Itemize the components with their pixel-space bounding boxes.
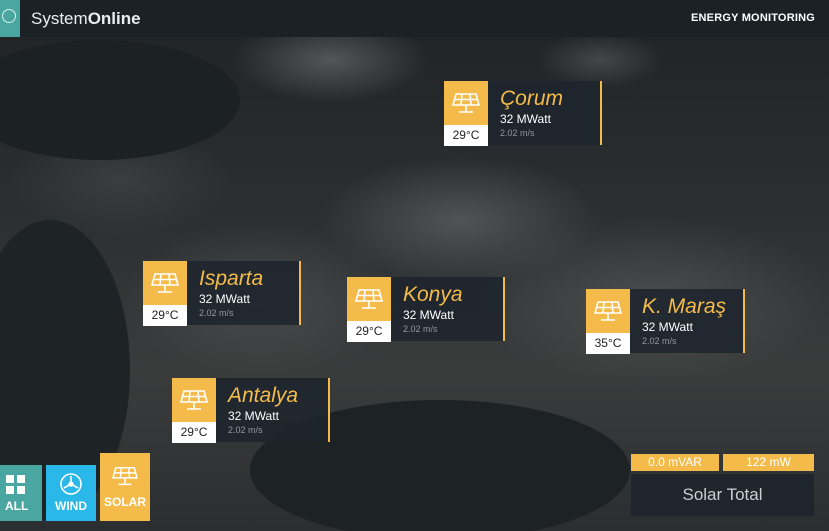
sea-region	[0, 40, 240, 160]
grid-icon	[6, 475, 25, 494]
top-bar: SystemOnline ENERGY MONITORING	[0, 0, 829, 37]
solar-panel-icon	[586, 289, 630, 333]
temperature: 29°C	[143, 305, 187, 326]
solar-panel-icon	[444, 81, 488, 125]
filter-all-label: ALL	[5, 499, 29, 513]
wind-speed: 2.02 m/s	[403, 324, 438, 334]
city-card-antalya[interactable]: 29°C Antalya 32 MWatt 2.02 m/s	[172, 378, 330, 443]
filter-solar-button[interactable]: SOLAR	[100, 453, 150, 521]
city-name: Konya	[403, 283, 463, 306]
active-power-value: 122 mW	[723, 454, 814, 471]
reactive-power-value: 0.0 mVAR	[631, 454, 719, 471]
power-output: 32 MWatt	[403, 308, 454, 322]
app-title-bold: Online	[87, 9, 141, 28]
satellite-map[interactable]	[0, 0, 829, 531]
solar-total-label: Solar Total	[631, 474, 814, 516]
city-info: K. Maraş 32 MWatt 2.02 m/s	[630, 289, 745, 353]
power-output: 32 MWatt	[199, 292, 250, 306]
wind-turbine-icon	[60, 473, 82, 495]
power-output: 32 MWatt	[228, 409, 279, 423]
solar-panel-icon	[347, 277, 391, 321]
power-output: 32 MWatt	[642, 320, 693, 334]
power-icon	[2, 9, 16, 23]
wind-speed: 2.02 m/s	[228, 425, 263, 435]
city-card-kmaras[interactable]: 35°C K. Maraş 32 MWatt 2.02 m/s	[586, 289, 745, 354]
solar-panel-icon	[143, 261, 187, 305]
temperature: 35°C	[586, 333, 630, 354]
solar-panel-icon	[112, 467, 138, 486]
city-info: Çorum 32 MWatt 2.02 m/s	[488, 81, 602, 145]
filter-all-button[interactable]: ALL	[0, 465, 42, 521]
city-name: Isparta	[199, 267, 264, 290]
wind-speed: 2.02 m/s	[199, 308, 234, 318]
wind-speed: 2.02 m/s	[500, 128, 535, 138]
city-card-konya[interactable]: 29°C Konya 32 MWatt 2.02 m/s	[347, 277, 505, 342]
temperature: 29°C	[172, 422, 216, 443]
city-name: Antalya	[228, 384, 299, 407]
wind-speed: 2.02 m/s	[642, 336, 677, 346]
solar-panel-icon	[172, 378, 216, 422]
city-card-isparta[interactable]: 29°C Isparta 32 MWatt 2.02 m/s	[143, 261, 301, 326]
temperature: 29°C	[347, 321, 391, 342]
city-name: Çorum	[500, 87, 564, 110]
section-title: ENERGY MONITORING	[690, 12, 815, 24]
temperature: 29°C	[444, 125, 488, 146]
app-title-light: System	[31, 9, 88, 28]
filter-wind-button[interactable]: WIND	[46, 465, 96, 521]
power-button[interactable]	[0, 0, 20, 37]
city-info: Antalya 32 MWatt 2.02 m/s	[216, 378, 330, 442]
filter-solar-label: SOLAR	[104, 495, 146, 509]
city-info: Konya 32 MWatt 2.02 m/s	[391, 277, 505, 341]
city-info: Isparta 32 MWatt 2.02 m/s	[187, 261, 301, 325]
power-output: 32 MWatt	[500, 112, 551, 126]
city-card-corum[interactable]: 29°C Çorum 32 MWatt 2.02 m/s	[444, 81, 602, 146]
city-name: K. Maraş	[642, 295, 727, 318]
app-title: SystemOnline	[31, 9, 141, 29]
filter-wind-label: WIND	[55, 499, 87, 513]
